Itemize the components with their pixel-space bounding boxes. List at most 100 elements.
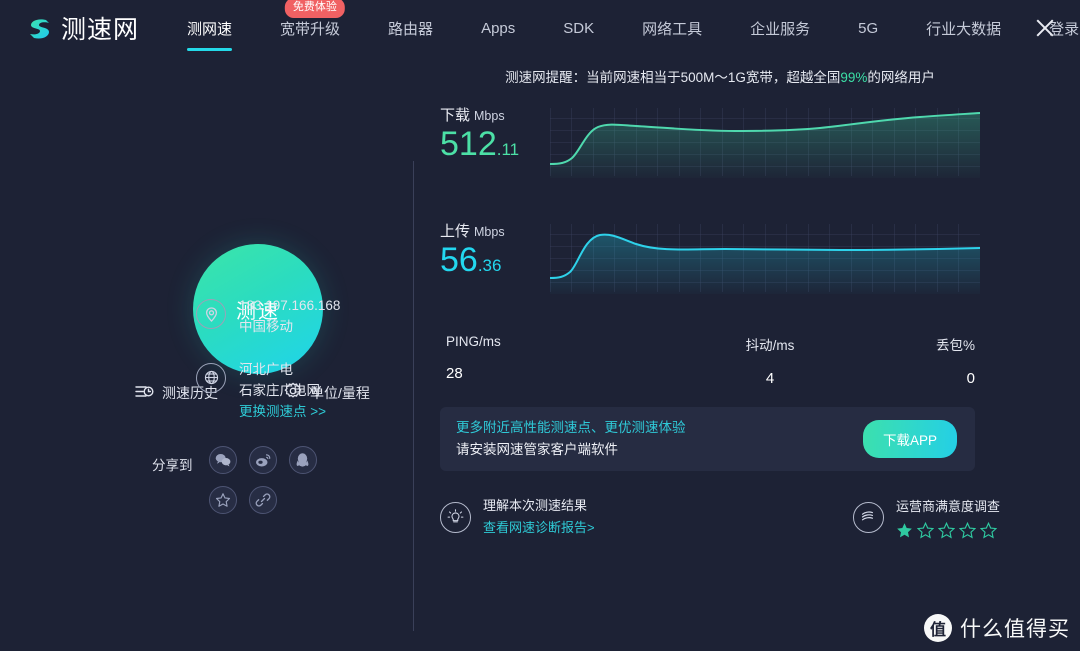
weibo-icon[interactable] [248,446,277,474]
close-icon[interactable] [1032,15,1058,41]
lightbulb-icon [440,501,471,533]
watermark: 值 什么值得买 [924,613,1070,643]
active-underline [187,47,233,51]
speed-reminder: 测速网提醒：当前网速相当于500M～1G宽带，超越全国99%的网络用户 [440,56,1000,86]
stat-value: 4 [765,370,775,387]
server-network: 石家庄广电网 [239,382,320,398]
link-icon[interactable] [248,486,277,514]
china-mobile-icon [852,501,884,533]
globe-icon [196,362,226,393]
survey-title: 运营商满意度调查 [895,498,1000,514]
nav-item-apps[interactable]: Apps [481,20,515,37]
stat-value: 28 [446,365,463,382]
server-info-lines: 河北广电 石家庄广电网 更换测速点 >> [239,360,326,423]
server-name: 河北广电 [239,361,293,377]
ip-info-row: 183.197.166.168 中国移动 [196,296,340,338]
right-panel: 测速网提醒：当前网速相当于500M～1G宽带，超越全国99%的网络用户 下载 Mb… [440,56,1040,539]
favorite-star-icon[interactable] [208,486,237,514]
site-logo[interactable]: 测速网 [26,10,139,46]
change-server-link[interactable]: 更换测速点 >> [239,402,326,423]
share-buttons [208,446,337,514]
download-block: 下载 Mbps 512.11 [440,104,1040,202]
reminder-prefix: 测速网提醒： [505,70,587,85]
promo-text: 更多附近高性能测速点、更优测速体验 请安装网速管家客户端软件 [456,417,686,460]
nav-item-broadband-upgrade[interactable]: 免费体验 宽带升级 [280,0,345,39]
upload-block: 上传 Mbps 56.36 [440,220,1040,318]
stat-ping: PING/ms 28 [440,334,660,387]
diagnostic-text: 理解本次测速结果 查看网速诊断报告> [483,495,595,539]
server-info-row: 河北广电 石家庄广电网 更换测速点 >> [196,360,340,423]
stat-jitter: 抖动/ms 4 [660,334,880,387]
wechat-icon[interactable] [208,446,237,474]
nav-items: 测网速 免费体验 宽带升级 路由器 Apps SDK 网络工具 企业服务 5G … [187,0,1079,51]
star-icon-empty[interactable] [958,521,976,539]
nav-item-sdk[interactable]: SDK [563,20,594,37]
upload-label: 上传 [440,223,471,240]
reminder-body-2: 的网络用户 [867,70,935,85]
nav-item-router[interactable]: 路由器 [388,18,433,39]
stat-label: PING/ms [446,334,501,349]
ip-info-lines: 183.197.166.168 中国移动 [239,296,340,338]
stats-row: PING/ms 28 抖动/ms 4 丢包% 0 [440,334,975,387]
free-trial-badge: 免费体验 [284,0,345,18]
nav-item-network-tools[interactable]: 网络工具 [642,18,702,39]
share-section: 分享到 [152,446,337,514]
download-app-button[interactable]: 下载APP [862,420,957,458]
share-label: 分享到 [152,458,193,473]
watermark-text: 什么值得买 [960,618,1070,641]
ip-address: 183.197.166.168 [239,298,341,313]
star-icon-empty[interactable] [916,521,934,539]
logo-text: 测速网 [61,15,140,44]
reminder-percentile: 99% [840,70,868,85]
nav-item-5g[interactable]: 5G [858,20,878,37]
survey-text: 运营商满意度调查 [896,496,1000,539]
nav-item-speedtest[interactable]: 测网速 [187,18,233,51]
carrier-name: 中国移动 [239,318,293,334]
download-unit: Mbps [474,109,505,123]
upload-chart [550,222,980,294]
star-icon-filled[interactable] [896,522,913,539]
upload-value-dec: .36 [477,256,502,275]
star-icon-empty[interactable] [937,521,955,539]
main-content: 测速 测速历史 单位/量程 183.197.166.168 中国移动 河北广电 … [0,56,1080,651]
stat-label: 丢包% [935,338,975,353]
download-chart [550,106,980,178]
nav-item-label: 5G [858,19,879,37]
survey-star-rating[interactable] [896,521,1000,539]
promo-banner: 更多附近高性能测速点、更优测速体验 请安装网速管家客户端软件 下载APP [440,407,975,471]
nav-item-label: 宽带升级 [280,20,341,38]
watermark-logo-icon: 值 [924,614,952,642]
nav-item-enterprise-services[interactable]: 企业服务 [750,18,810,39]
nav-item-industry-bigdata[interactable]: 行业大数据 [926,18,1001,39]
promo-line-1: 更多附近高性能测速点、更优测速体验 [456,420,686,436]
stat-packet-loss: 丢包% 0 [880,334,975,387]
download-label: 下载 [440,107,471,124]
nav-item-label: 行业大数据 [926,20,1002,38]
nav-item-label: 测网速 [187,20,233,38]
diagnostic-title: 理解本次测速结果 [483,498,588,513]
stat-value: 0 [966,370,975,387]
nav-item-label: SDK [563,19,595,37]
download-value-dec: .11 [496,140,520,159]
upload-unit: Mbps [474,225,505,239]
connection-info: 183.197.166.168 中国移动 河北广电 石家庄广电网 更换测速点 >… [196,296,340,445]
stat-label: 抖动/ms [745,338,795,353]
qq-icon[interactable] [288,446,317,474]
nav-item-label: 企业服务 [750,20,811,38]
nav-item-label: Apps [481,19,516,37]
download-value-int: 512 [440,125,497,163]
logo-mark-icon [26,15,52,41]
nav-item-label: 路由器 [388,20,434,38]
upload-value-int: 56 [440,241,478,279]
top-navbar: 测速网 测网速 免费体验 宽带升级 路由器 Apps SDK 网络工具 企业服务… [0,0,1080,56]
bottom-row: 理解本次测速结果 查看网速诊断报告> 运营商满意度调查 [440,495,1000,539]
reminder-body-1: 当前网速相当于500M～1G宽带，超越全国 [586,70,841,85]
carrier-satisfaction-survey: 运营商满意度调查 [852,495,1000,539]
history-icon [135,383,154,403]
nav-item-label: 网络工具 [642,20,703,38]
location-pin-icon [196,299,226,329]
diagnostic-link[interactable]: 查看网速诊断报告> [483,517,595,539]
promo-line-2: 请安装网速管家客户端软件 [456,442,618,457]
star-icon-empty[interactable] [979,521,997,539]
left-panel: 测速 测速历史 单位/量程 183.197.166.168 中国移动 河北广电 … [0,56,413,651]
